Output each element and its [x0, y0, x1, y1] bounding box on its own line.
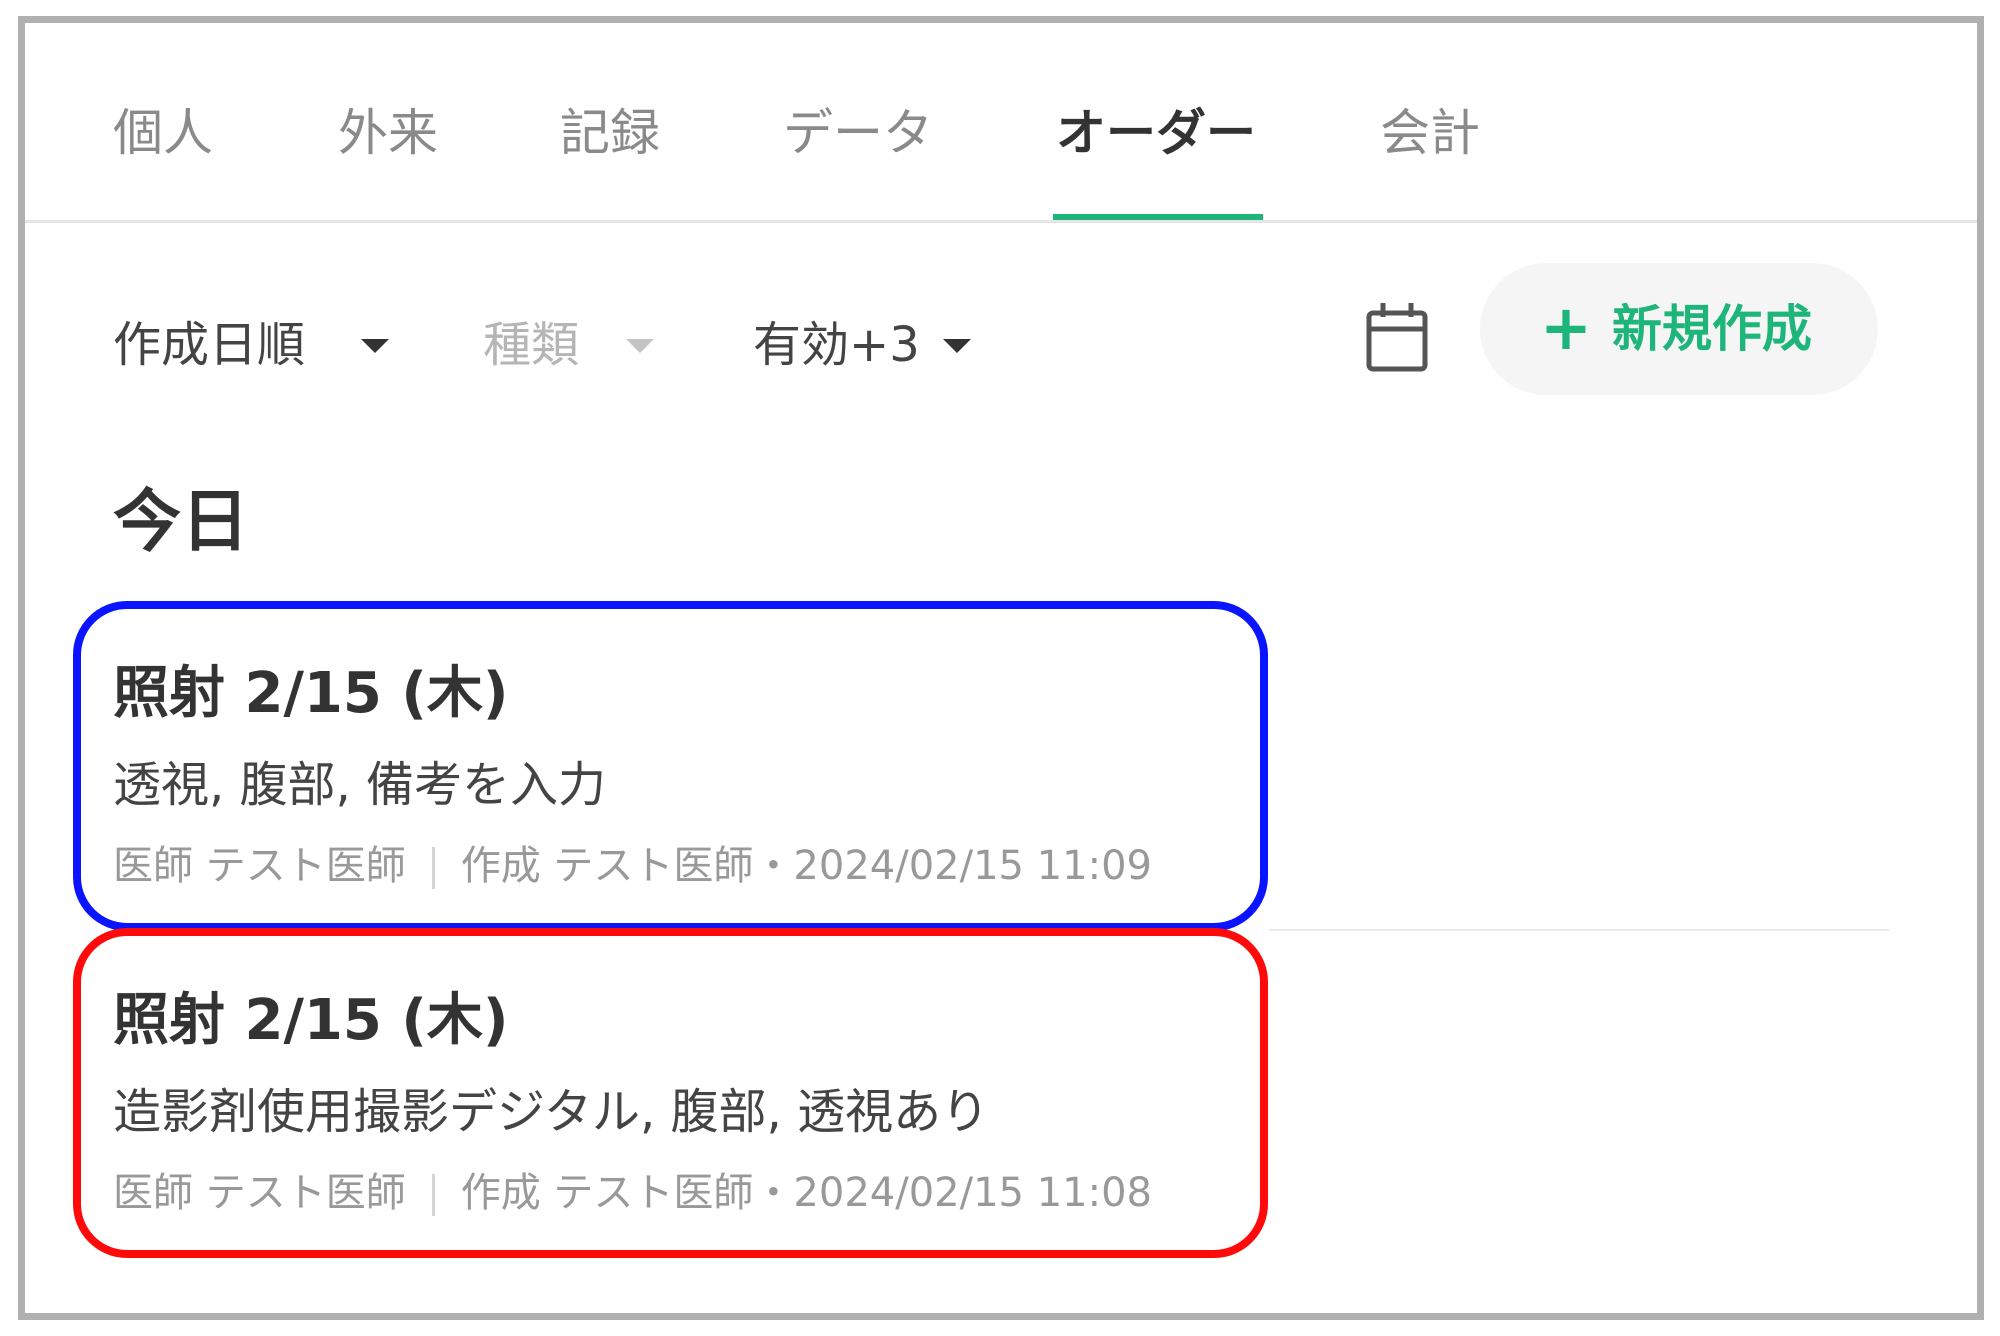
calendar-icon[interactable] — [1365, 301, 1429, 373]
plus-icon: + — [1540, 291, 1592, 364]
tab-records[interactable]: 記録 — [560, 103, 660, 163]
tab-outpatient[interactable]: 外来 — [338, 103, 438, 163]
new-order-label: 新規作成 — [1612, 300, 1812, 358]
order-card[interactable]: 照射 2/15 (木) 透視, 腹部, 備考を入力 医師 テスト医師 作成 テスト… — [73, 601, 1268, 931]
order-card[interactable]: 照射 2/15 (木) 造影剤使用撮影デジタル, 腹部, 透視あり 医師 テスト… — [73, 928, 1268, 1258]
meta-divider — [431, 1174, 435, 1216]
list-divider — [1269, 929, 1889, 931]
type-dropdown[interactable]: 種類 — [483, 315, 579, 375]
tab-personal[interactable]: 個人 — [113, 103, 213, 163]
order-created: 作成 テスト医師・2024/02/15 11:09 — [460, 843, 1152, 889]
section-title-today: 今日 — [113, 483, 250, 562]
tab-orders[interactable]: オーダー — [1056, 103, 1256, 163]
sort-chevron-down-icon[interactable] — [361, 339, 389, 353]
tab-data[interactable]: データ — [783, 103, 933, 163]
order-meta: 医師 テスト医師 作成 テスト医師・2024/02/15 11:09 — [113, 841, 1152, 891]
active-tab-indicator — [1053, 214, 1263, 220]
order-title: 照射 2/15 (木) — [113, 661, 509, 726]
status-filter-dropdown[interactable]: 有効+3 — [753, 315, 920, 375]
order-panel: 個人 外来 記録 データ オーダー 会計 作成日順 種類 有効+3 + 新規作成… — [18, 16, 1984, 1320]
order-detail: 造影剤使用撮影デジタル, 腹部, 透視あり — [113, 1084, 990, 1140]
sort-dropdown[interactable]: 作成日順 — [113, 315, 305, 375]
order-doctor: 医師 テスト医師 — [113, 1170, 406, 1216]
order-detail: 透視, 腹部, 備考を入力 — [113, 757, 607, 813]
order-created: 作成 テスト医師・2024/02/15 11:08 — [460, 1170, 1152, 1216]
order-title: 照射 2/15 (木) — [113, 988, 509, 1053]
meta-divider — [431, 847, 435, 889]
new-order-button[interactable]: + 新規作成 — [1480, 263, 1878, 395]
order-doctor: 医師 テスト医師 — [113, 843, 406, 889]
type-chevron-down-icon[interactable] — [626, 339, 654, 353]
order-meta: 医師 テスト医師 作成 テスト医師・2024/02/15 11:08 — [113, 1168, 1152, 1218]
tab-bar: 個人 外来 記録 データ オーダー 会計 — [25, 23, 1977, 223]
tab-billing[interactable]: 会計 — [1380, 103, 1480, 163]
status-chevron-down-icon[interactable] — [943, 339, 971, 353]
